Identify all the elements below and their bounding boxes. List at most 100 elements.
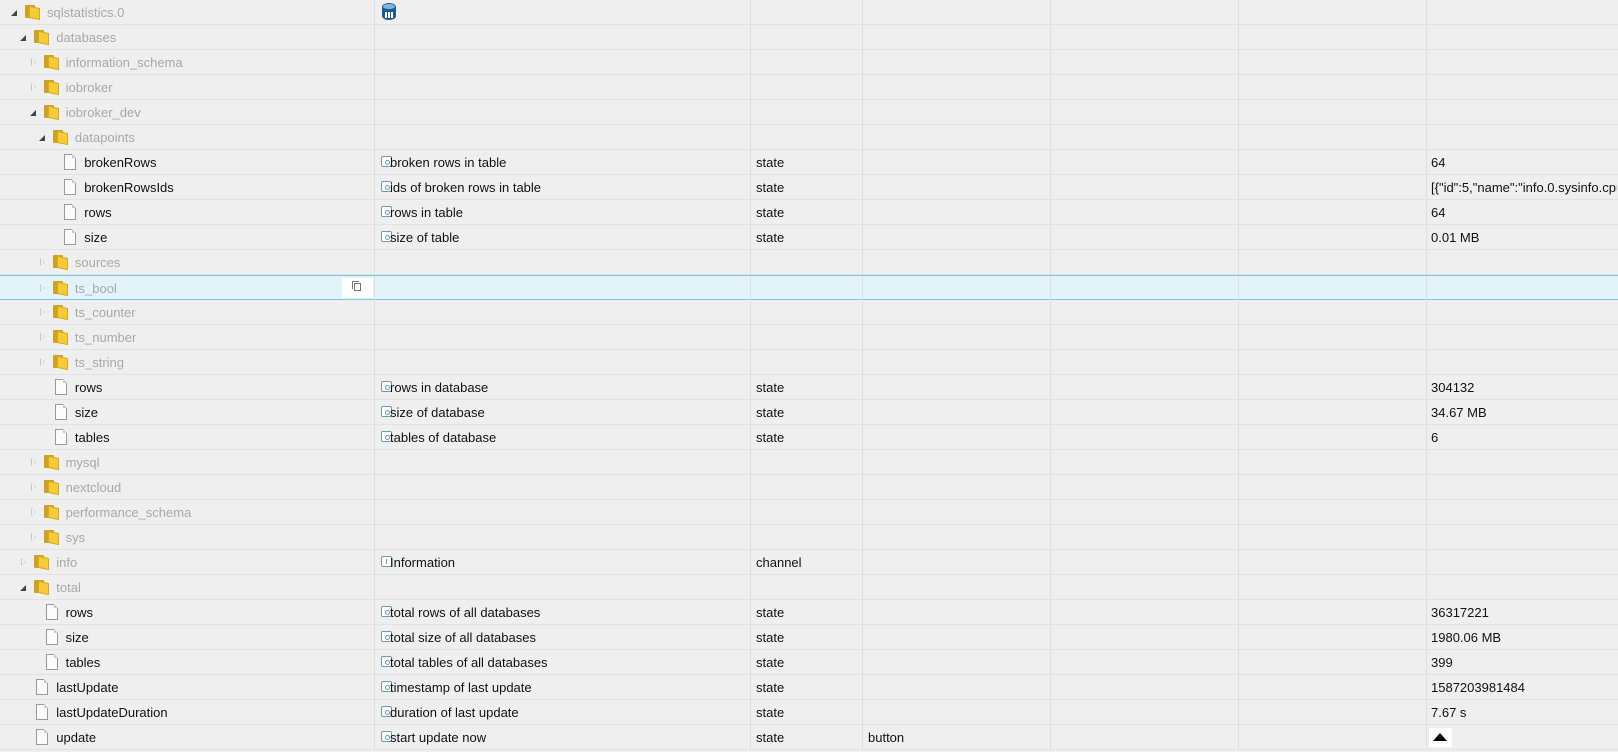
description-cell	[375, 250, 751, 274]
copy-id-button[interactable]	[342, 278, 373, 298]
tree-row[interactable]: tables tables of database state 6	[0, 425, 1618, 450]
description-cell: size of table	[375, 225, 751, 249]
type-cell	[751, 300, 863, 324]
tree-row[interactable]: lastUpdate timestamp of last update state 1…	[0, 675, 1618, 700]
value-cell[interactable]: [{"id":5,"name":"info.0.sysinfo.cpu	[1427, 175, 1618, 199]
description-cell	[375, 475, 751, 499]
value-cell[interactable]: 6	[1427, 425, 1618, 449]
expand-toggle[interactable]	[37, 250, 49, 274]
type-cell: state	[751, 700, 863, 724]
value-text[interactable]: 1980.06 MB	[1431, 630, 1617, 645]
room-cell	[1051, 175, 1239, 199]
tree-row[interactable]: iobroker	[0, 75, 1618, 100]
collapse-toggle[interactable]	[18, 25, 30, 49]
tree-row[interactable]: sqlstatistics.0	[0, 0, 1618, 25]
expand-toggle[interactable]	[37, 276, 49, 300]
object-name: update	[56, 730, 97, 745]
expand-toggle[interactable]	[37, 300, 49, 324]
value-cell[interactable]: 64	[1427, 150, 1618, 174]
value-text[interactable]: 64	[1431, 155, 1617, 170]
function-cell	[1239, 400, 1427, 424]
expand-toggle[interactable]	[28, 475, 40, 499]
tree-row[interactable]: performance_schema	[0, 500, 1618, 525]
tree-row[interactable]: information_schema	[0, 50, 1618, 75]
tree-row[interactable]: datapoints	[0, 125, 1618, 150]
tree-row[interactable]: info Information channel	[0, 550, 1618, 575]
tree-row[interactable]: total	[0, 575, 1618, 600]
eject-icon[interactable]	[1429, 728, 1452, 747]
tree-row[interactable]: size total size of all databases state 1980…	[0, 625, 1618, 650]
value-cell[interactable]: 34.67 MB	[1427, 400, 1618, 424]
expand-toggle[interactable]	[28, 525, 40, 549]
folder-icon	[52, 255, 69, 271]
type-text: state	[756, 230, 785, 245]
tree-row[interactable]: brokenRows broken rows in table state 64	[0, 150, 1618, 175]
value-text[interactable]: 1587203981484	[1431, 680, 1617, 695]
tree-row[interactable]: nextcloud	[0, 475, 1618, 500]
value-text[interactable]: 6	[1431, 430, 1617, 445]
collapse-toggle[interactable]	[28, 100, 40, 124]
value-cell[interactable]: 1587203981484	[1427, 675, 1618, 699]
tree-row[interactable]: ts_bool	[0, 275, 1618, 300]
collapse-toggle[interactable]	[18, 575, 30, 599]
name-cell: size	[0, 400, 375, 424]
value-cell[interactable]	[1427, 725, 1618, 749]
name-cell: info	[0, 550, 375, 574]
tree-row[interactable]: rows rows in database state 304132	[0, 375, 1618, 400]
value-text[interactable]: [{"id":5,"name":"info.0.sysinfo.cpu	[1431, 180, 1617, 195]
tree-row[interactable]: size size of database state 34.67 MB	[0, 400, 1618, 425]
value-cell	[1427, 50, 1618, 74]
type-text: state	[756, 430, 785, 445]
value-cell[interactable]: 7.67 s	[1427, 700, 1618, 724]
expand-toggle[interactable]	[28, 75, 40, 99]
expand-toggle[interactable]	[37, 325, 49, 349]
type-cell: state	[751, 225, 863, 249]
expand-toggle[interactable]	[28, 500, 40, 524]
tree-row[interactable]: size size of table state 0.01 MB	[0, 225, 1618, 250]
triangle-right-icon	[39, 358, 45, 366]
type-cell: state	[751, 400, 863, 424]
tree-row[interactable]: rows total rows of all databases state 3631…	[0, 600, 1618, 625]
tree-row[interactable]: tables total tables of all databases state…	[0, 650, 1618, 675]
tree-row[interactable]: sys	[0, 525, 1618, 550]
tree-row[interactable]: databases	[0, 25, 1618, 50]
value-cell[interactable]: 304132	[1427, 375, 1618, 399]
tree-row[interactable]: rows rows in table state 64	[0, 200, 1618, 225]
expand-toggle[interactable]	[28, 450, 40, 474]
room-cell	[1051, 0, 1239, 24]
tree-row[interactable]: update start update now state button	[0, 725, 1618, 750]
value-cell[interactable]: 1980.06 MB	[1427, 625, 1618, 649]
tree-row[interactable]: brokenRowsIds ids of broken rows in table…	[0, 175, 1618, 200]
collapse-toggle[interactable]	[37, 125, 49, 149]
value-text[interactable]: 34.67 MB	[1431, 405, 1617, 420]
expand-toggle[interactable]	[37, 350, 49, 374]
value-text[interactable]: 0.01 MB	[1431, 230, 1617, 245]
value-text[interactable]: 7.67 s	[1431, 705, 1617, 720]
value-cell[interactable]: 64	[1427, 200, 1618, 224]
value-cell	[1427, 300, 1618, 324]
tree-row[interactable]: mysql	[0, 450, 1618, 475]
role-cell	[863, 300, 1051, 324]
type-cell	[751, 250, 863, 274]
expand-toggle[interactable]	[18, 550, 30, 574]
value-cell[interactable]: 36317221	[1427, 600, 1618, 624]
value-cell[interactable]: 0.01 MB	[1427, 225, 1618, 249]
value-text[interactable]: 304132	[1431, 380, 1617, 395]
role-cell	[863, 500, 1051, 524]
description-cell: tables of database	[375, 425, 751, 449]
value-text[interactable]: 64	[1431, 205, 1617, 220]
tree-row[interactable]: sources	[0, 250, 1618, 275]
object-name: ts_number	[74, 330, 137, 345]
value-cell[interactable]: 399	[1427, 650, 1618, 674]
function-cell	[1239, 100, 1427, 124]
expand-toggle[interactable]	[28, 50, 40, 74]
tree-row[interactable]: ts_number	[0, 325, 1618, 350]
tree-row[interactable]: ts_string	[0, 350, 1618, 375]
value-text[interactable]: 399	[1431, 655, 1617, 670]
tree-row[interactable]: ts_counter	[0, 300, 1618, 325]
value-text[interactable]: 36317221	[1431, 605, 1617, 620]
collapse-toggle[interactable]	[9, 0, 21, 24]
tree-row[interactable]: iobroker_dev	[0, 100, 1618, 125]
role-cell	[863, 625, 1051, 649]
tree-row[interactable]: lastUpdateDuration duration of last updat…	[0, 700, 1618, 725]
